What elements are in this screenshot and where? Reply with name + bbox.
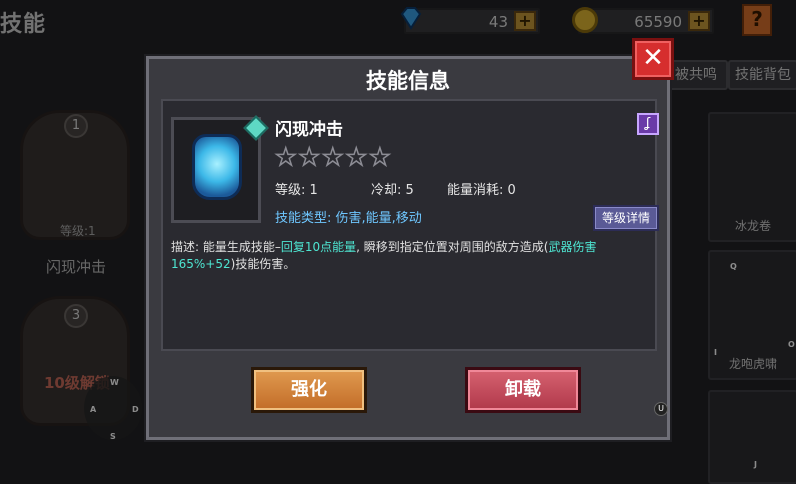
skill-info-dialog: 技能信息 闪现冲击 ★ ★ ★ ★ ★ 等级: 1 冷却: 5 能量消耗: 0 技能类型… <box>146 56 670 440</box>
skill-energy-cost: 能量消耗: 0 <box>447 183 516 198</box>
star-icon: ★ <box>368 143 391 171</box>
skill-name: 闪现冲击 <box>275 120 343 140</box>
description-text: )技能伤害。 <box>230 257 296 271</box>
skill-type: 技能类型: 伤害,能量,移动 <box>275 211 422 226</box>
close-button[interactable]: ✕ <box>632 38 674 80</box>
description-text: , 瞬移到指定位置对周围的敌方造成( <box>356 240 549 254</box>
level-details-button[interactable]: 等级详情 <box>593 205 659 231</box>
shield-icon <box>192 134 242 200</box>
star-icon: ★ <box>321 143 344 171</box>
description-highlight: 回复10点能量 <box>280 240 357 254</box>
skill-level: 等级: 1 <box>275 183 318 198</box>
skill-detail-panel: 闪现冲击 ★ ★ ★ ★ ★ 等级: 1 冷却: 5 能量消耗: 0 技能类型: 伤害,… <box>161 99 659 351</box>
dialog-title: 技能信息 <box>366 69 450 93</box>
key-u: U <box>654 402 668 416</box>
description-text: 描述: 能量生成技能– <box>171 240 281 254</box>
unload-button[interactable]: 卸载 <box>465 367 581 413</box>
star-rating: ★ ★ ★ ★ ★ <box>274 143 391 171</box>
enhance-button[interactable]: 强化 <box>251 367 367 413</box>
star-icon: ★ <box>345 143 368 171</box>
weapon-type-icon[interactable]: ʆ <box>637 113 659 135</box>
skill-cooldown: 冷却: 5 <box>371 183 414 198</box>
star-icon: ★ <box>274 143 297 171</box>
skill-description: 描述: 能量生成技能–回复10点能量, 瞬移到指定位置对周围的敌方造成(武器伤害… <box>171 239 657 273</box>
star-icon: ★ <box>298 143 321 171</box>
